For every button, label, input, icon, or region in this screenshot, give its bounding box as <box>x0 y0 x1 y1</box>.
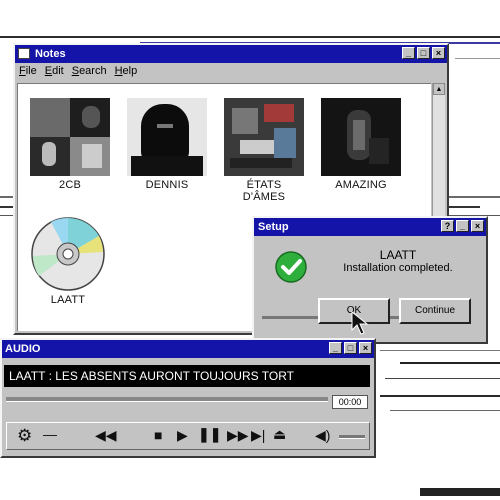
glitch-line <box>380 395 500 397</box>
skip-next-icon[interactable]: ▶| <box>251 427 265 444</box>
track-title: LAATT : LES ABSENTS AURONT TOUJOURS TORT <box>9 369 294 383</box>
menu-bar: File Edit Search Help <box>19 65 137 77</box>
maximize-button[interactable]: □ <box>417 47 430 59</box>
disc-item[interactable]: LAATT <box>28 216 108 316</box>
album-cover-2cb <box>30 98 110 176</box>
cd-disc-icon <box>31 217 105 291</box>
minimize-button[interactable]: _ <box>402 47 415 59</box>
album-2cb[interactable]: 2CB <box>30 98 110 191</box>
stop-icon[interactable]: ■ <box>154 427 162 443</box>
setup-dialog: Setup ? _ × LAATT Installation completed… <box>252 216 488 344</box>
glitch-line <box>380 350 500 351</box>
time-display: 00:00 <box>332 395 368 409</box>
menu-file[interactable]: File <box>19 65 37 77</box>
settings-icon[interactable]: ⚙ <box>17 426 32 446</box>
notes-app-icon <box>18 48 30 59</box>
setup-title: Setup <box>258 221 289 233</box>
close-button[interactable]: × <box>359 342 372 354</box>
scroll-up-icon[interactable]: ▲ <box>433 83 445 95</box>
minimize-button[interactable]: _ <box>329 342 342 354</box>
volume-slider[interactable] <box>339 435 365 439</box>
menu-search[interactable]: Search <box>72 65 107 77</box>
controls-bar: ⚙ — ◀◀ ■ ▶ ❚❚ ▶▶ ▶| ⏏ ◀) <box>6 422 370 450</box>
setup-message: Installation completed. <box>343 262 453 274</box>
menu-help[interactable]: Help <box>115 65 138 77</box>
pause-icon[interactable]: ❚❚ <box>198 426 221 443</box>
glitch-line <box>0 36 500 38</box>
setup-heading: LAATT <box>379 248 417 262</box>
glitch-line <box>390 410 500 411</box>
glitch-line <box>385 378 500 379</box>
mouse-cursor-icon <box>351 310 369 335</box>
separator-dash: — <box>43 426 57 442</box>
help-button[interactable]: ? <box>441 220 454 232</box>
audio-title-bar[interactable]: AUDIO _ □ × <box>2 340 374 358</box>
continue-button[interactable]: Continue <box>399 298 471 324</box>
album-label: AMAZING <box>335 179 387 191</box>
album-label: 2CB <box>59 179 81 191</box>
album-amazing[interactable]: AMAZING <box>321 98 401 191</box>
close-button[interactable]: × <box>471 220 484 232</box>
setup-title-bar[interactable]: Setup ? _ × <box>254 218 486 236</box>
album-cover-etats-dames <box>224 98 304 176</box>
fast-forward-icon[interactable]: ▶▶ <box>227 427 249 444</box>
notes-title-bar[interactable]: Notes _ □ × <box>15 45 447 63</box>
maximize-button[interactable]: □ <box>344 342 357 354</box>
eject-icon[interactable]: ⏏ <box>273 426 286 443</box>
checkmark-icon <box>275 251 307 283</box>
minimize-button[interactable]: _ <box>456 220 469 232</box>
glitch-line <box>420 488 500 496</box>
notes-title: Notes <box>35 48 66 60</box>
rewind-icon[interactable]: ◀◀ <box>95 427 117 444</box>
play-icon[interactable]: ▶ <box>177 427 188 444</box>
album-cover-dennis <box>127 98 207 176</box>
glitch-line <box>455 58 500 59</box>
album-etats-dames[interactable]: ÉTATS D'ÂMES <box>224 98 304 203</box>
album-dennis[interactable]: DENNIS <box>127 98 207 191</box>
audio-title: AUDIO <box>5 343 41 355</box>
menu-edit[interactable]: Edit <box>45 65 64 77</box>
disc-label: LAATT <box>50 294 86 306</box>
close-button[interactable]: × <box>432 47 445 59</box>
track-display: LAATT : LES ABSENTS AURONT TOUJOURS TORT <box>4 365 370 387</box>
seek-bar[interactable] <box>6 397 328 402</box>
album-cover-amazing <box>321 98 401 176</box>
audio-player-window: AUDIO _ □ × LAATT : LES ABSENTS AURONT T… <box>0 338 376 458</box>
volume-icon[interactable]: ◀) <box>315 427 330 444</box>
album-label: ÉTATS D'ÂMES <box>242 179 286 203</box>
album-label: DENNIS <box>145 179 189 191</box>
glitch-line <box>400 362 500 364</box>
